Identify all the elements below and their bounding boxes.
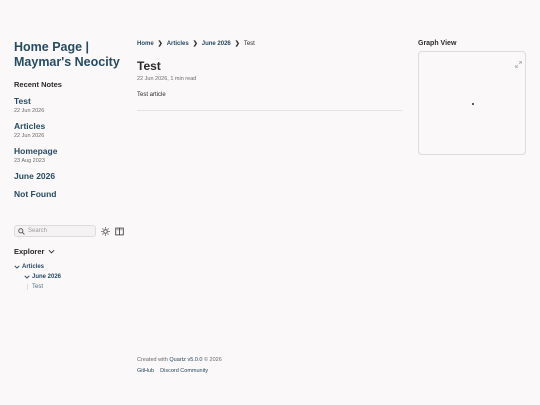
chevron-right-icon: ❯: [157, 41, 163, 47]
chevron-right-icon: ❯: [234, 41, 240, 47]
recent-note[interactable]: June 2026: [14, 171, 130, 182]
divider: [137, 110, 402, 111]
article-body: Test article: [137, 92, 166, 98]
github-link[interactable]: GitHub: [137, 368, 154, 374]
sun-icon[interactable]: [100, 226, 110, 236]
main-content: Home ❯ Articles ❯ June 2026 ❯ Test Test …: [137, 40, 402, 111]
breadcrumb-june-2026[interactable]: June 2026: [202, 41, 231, 47]
file-test[interactable]: Test: [27, 284, 61, 290]
recent-notes-heading: Recent Notes: [14, 80, 62, 89]
quartz-link[interactable]: Quartz v5.0.0: [169, 357, 202, 363]
explorer-label: Explorer: [14, 247, 45, 256]
breadcrumb-home[interactable]: Home: [137, 41, 154, 47]
recent-note-title[interactable]: Not Found: [14, 189, 130, 200]
graph-canvas[interactable]: [418, 51, 526, 155]
book-icon[interactable]: [114, 226, 124, 236]
explorer: Explorer Articles June 2026 Test: [14, 247, 61, 290]
folder-articles[interactable]: Articles: [14, 264, 61, 270]
discord-link[interactable]: Discord Community: [160, 368, 208, 374]
footer-links: GitHub Discord Community: [137, 368, 222, 374]
left-sidebar: Home Page | Maymar's Neocity Recent Note…: [14, 40, 130, 200]
recent-note[interactable]: Not Found: [14, 189, 130, 200]
recent-note[interactable]: Articles 22 Jun 2026: [14, 121, 130, 139]
chevron-down-icon: [48, 249, 55, 254]
recent-note[interactable]: Test 22 Jun 2026: [14, 96, 130, 114]
graph-node[interactable]: [472, 103, 474, 105]
recent-note-title[interactable]: Articles: [14, 121, 130, 132]
search-input[interactable]: Search: [14, 225, 96, 237]
breadcrumb-current: Test: [243, 40, 255, 47]
page-title: Test: [137, 59, 161, 73]
recent-note-date: 23 Aug 2023: [14, 158, 45, 164]
file-tree: Articles June 2026 Test: [14, 264, 61, 290]
graph-panel: Graph View: [418, 40, 526, 155]
recent-note[interactable]: Homepage 23 Aug 2023: [14, 146, 130, 164]
page-meta: 22 Jun 2026, 1 min read: [137, 76, 197, 82]
graph-title: Graph View: [418, 40, 457, 47]
explorer-toggle[interactable]: Explorer: [14, 247, 61, 256]
breadcrumb-articles[interactable]: Articles: [167, 41, 189, 47]
search-toolbar: Search: [14, 225, 124, 237]
recent-note-date: 22 Jun 2026: [14, 133, 45, 139]
recent-note-title[interactable]: Homepage: [14, 146, 130, 157]
site-title[interactable]: Home Page | Maymar's Neocity: [14, 40, 130, 70]
chevron-down-icon: [24, 275, 30, 279]
chevron-right-icon: ❯: [192, 41, 198, 47]
recent-note-title[interactable]: June 2026: [14, 171, 130, 182]
recent-note-title[interactable]: Test: [14, 96, 130, 107]
expand-icon[interactable]: [515, 55, 522, 73]
footer-prefix: Created with: [137, 357, 170, 363]
folder-label: Articles: [22, 264, 45, 270]
footer-suffix: © 2026: [202, 357, 222, 363]
chevron-down-icon: [14, 265, 20, 269]
folder-june-2026[interactable]: June 2026: [24, 274, 61, 280]
search-placeholder: Search: [28, 228, 48, 234]
recent-note-date: 22 Jun 2026: [14, 108, 45, 114]
folder-label: June 2026: [32, 274, 62, 280]
footer: Created with Quartz v5.0.0 © 2026 GitHub…: [137, 357, 222, 374]
footer-credit: Created with Quartz v5.0.0 © 2026: [137, 357, 222, 363]
breadcrumb: Home ❯ Articles ❯ June 2026 ❯ Test: [137, 40, 402, 48]
search-icon: [18, 227, 25, 235]
